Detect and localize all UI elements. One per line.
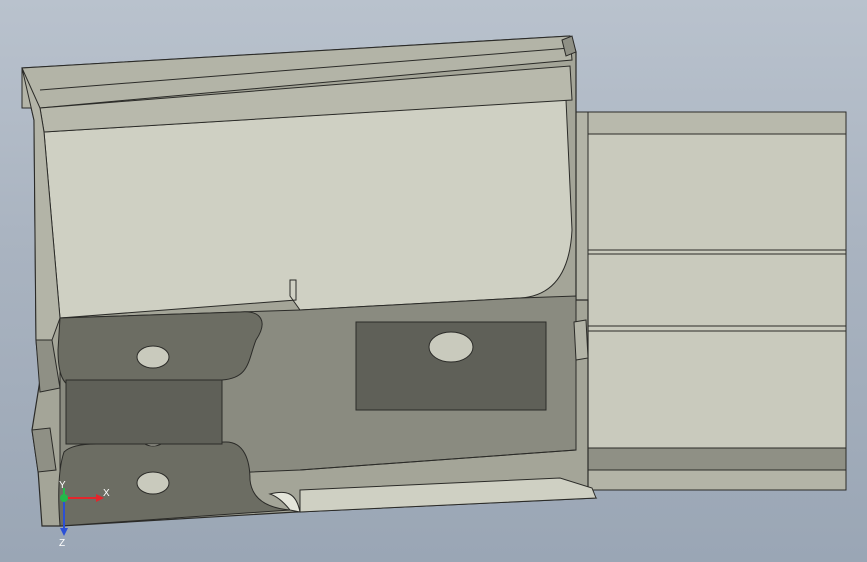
orientation-triad: X Y Z [59,480,110,548]
graphics-viewport[interactable]: X Y Z [0,0,867,562]
right-small-tab [573,319,589,361]
rail-bottom-band [587,447,847,471]
housing[interactable] [21,35,598,527]
triad-origin [60,494,68,502]
rail-top-band [587,111,847,135]
mid-block [65,379,223,445]
cad-model[interactable] [0,0,867,562]
lower-tab-hole [136,471,170,495]
upper-tab-hole [136,345,170,369]
z-axis-label: Z [59,538,65,548]
z-axis-arrow [60,528,68,536]
pocket-hole [428,331,474,363]
y-axis-label: Y [59,480,66,491]
rail-bottom-lip [587,469,847,491]
rail-body [587,111,847,491]
x-axis-label: X [103,488,110,499]
right-rail[interactable] [567,111,847,491]
inner-light-face [43,99,573,319]
